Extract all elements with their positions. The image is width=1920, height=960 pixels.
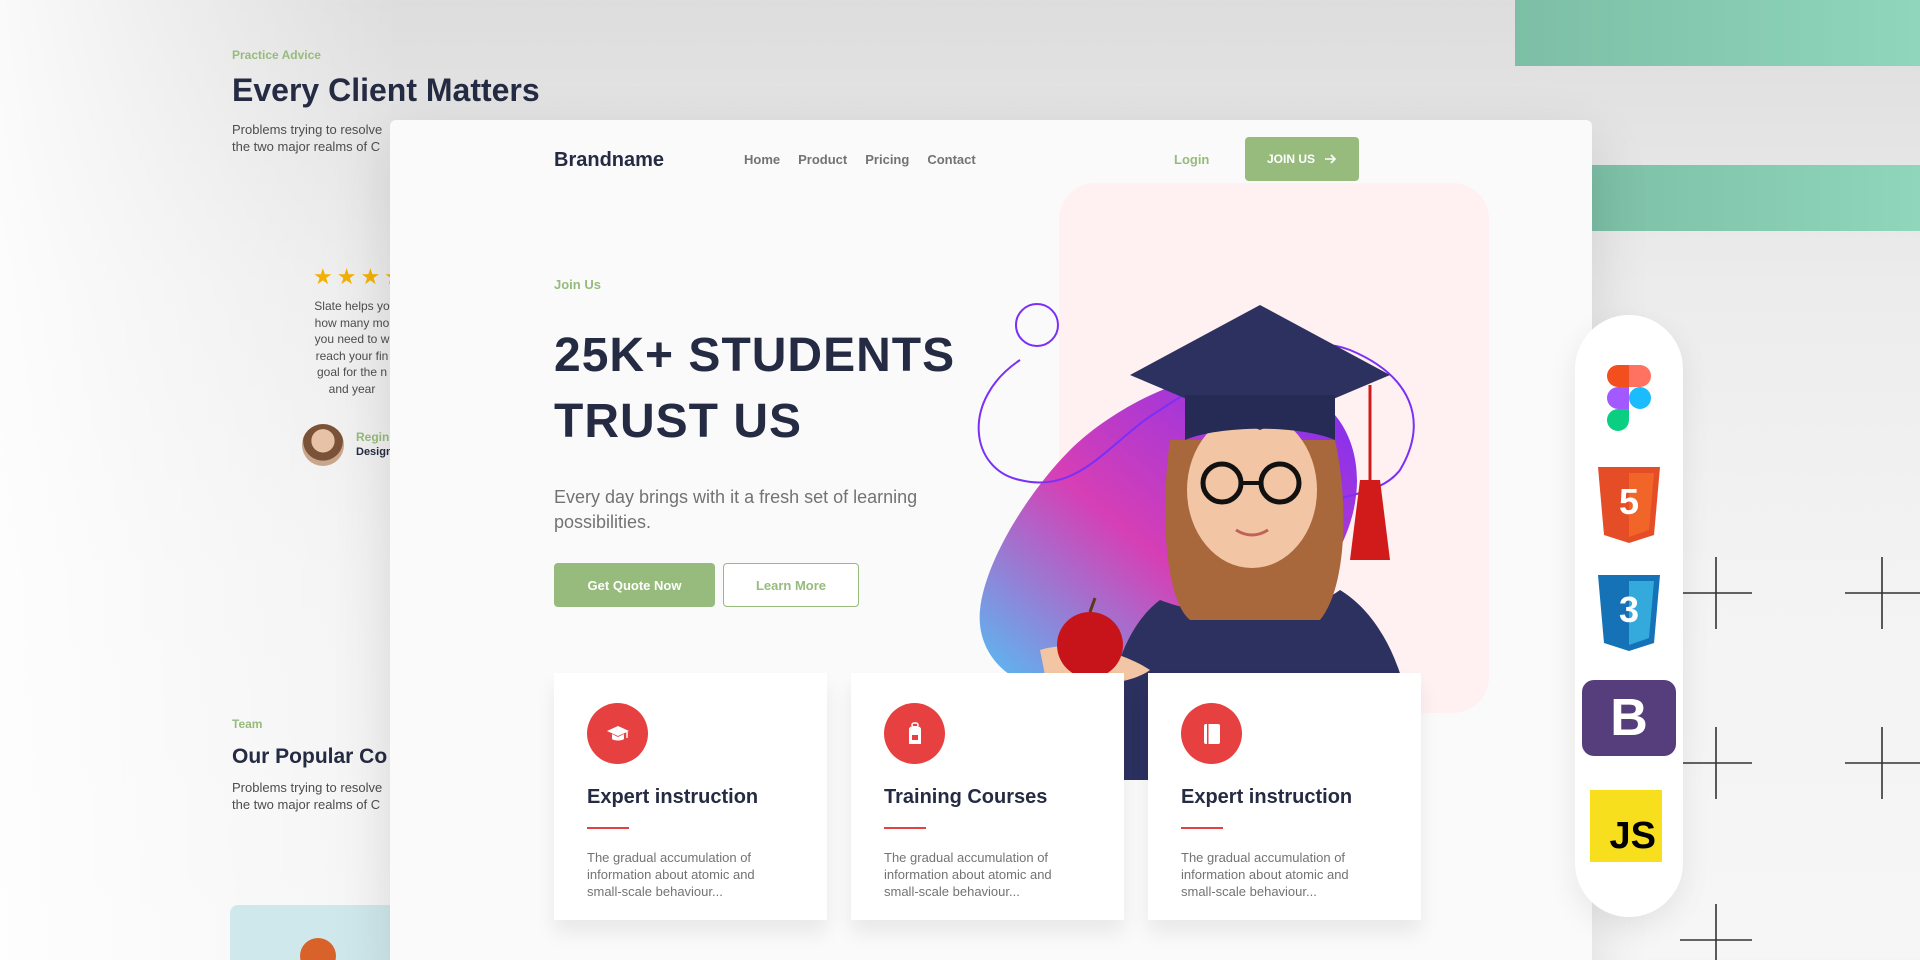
graduation-cap-icon xyxy=(587,703,648,764)
join-us-label: JOIN US xyxy=(1266,152,1315,166)
feature-description: The gradual accumulation of information … xyxy=(1181,849,1388,900)
get-quote-button[interactable]: Get Quote Now xyxy=(554,563,715,607)
bg-title: Every Client Matters xyxy=(232,72,540,108)
bg-desc-line1: Problems trying to resolve xyxy=(232,122,383,137)
landing-page-card: Brandname Home Product Pricing Contact L… xyxy=(390,120,1592,960)
html5-icon: 5 xyxy=(1596,467,1662,543)
feature-text-line: small-scale behaviour... xyxy=(1181,884,1317,899)
css3-label: 3 xyxy=(1618,589,1640,630)
javascript-icon: JS xyxy=(1590,790,1662,862)
feature-description: The gradual accumulation of information … xyxy=(587,849,794,900)
feature-title: Training Courses xyxy=(884,786,1048,808)
bg-practice-eyebrow: Practice Advice xyxy=(232,48,321,62)
feature-title: Expert instruction xyxy=(1181,786,1353,808)
feature-card[interactable]: Expert instruction The gradual accumulat… xyxy=(554,673,827,920)
feature-title: Expert instruction xyxy=(587,786,759,808)
feature-card[interactable]: Expert instruction The gradual accumulat… xyxy=(1148,673,1421,920)
brand-logo[interactable]: Brandname xyxy=(554,149,664,172)
feature-text-line: The gradual accumulation of xyxy=(884,850,1049,865)
team-member-hat xyxy=(300,938,336,960)
feature-text-line: The gradual accumulation of xyxy=(587,850,752,865)
team-desc-line1: Problems trying to resolve xyxy=(232,780,383,795)
feature-card[interactable]: Training Courses The gradual accumulatio… xyxy=(851,673,1124,920)
feature-text-line: information about atomic and xyxy=(884,867,1052,882)
nav-home[interactable]: Home xyxy=(744,152,780,167)
reviewer-role: Design xyxy=(356,446,393,458)
feature-text-line: small-scale behaviour... xyxy=(587,884,723,899)
feature-text-line: information about atomic and xyxy=(587,867,755,882)
hero-title-line1: 25K+ STUDENTS xyxy=(554,329,956,382)
figma-icon xyxy=(1607,365,1651,431)
css3-icon: 3 xyxy=(1596,575,1662,651)
feature-divider xyxy=(884,827,926,829)
tech-stack-panel: 5 3 B JS xyxy=(1575,315,1683,917)
reviewer-avatar xyxy=(302,424,344,466)
learn-more-button[interactable]: Learn More xyxy=(723,563,859,607)
book-icon xyxy=(1181,703,1242,764)
decor-plus-icons xyxy=(1680,557,1920,960)
bootstrap-icon: B xyxy=(1582,680,1676,756)
join-us-button[interactable]: JOIN US xyxy=(1245,137,1359,181)
main-nav: Home Product Pricing Contact xyxy=(744,152,994,167)
arrow-right-icon xyxy=(1325,154,1337,164)
decor-green-bar-middle xyxy=(1580,165,1920,231)
feature-text-line: The gradual accumulation of xyxy=(1181,850,1346,865)
bg-desc-line2: the two major realms of C xyxy=(232,139,381,154)
team-eyebrow: Team xyxy=(232,717,263,731)
nav-pricing[interactable]: Pricing xyxy=(865,152,909,167)
nav-contact[interactable]: Contact xyxy=(927,152,975,167)
reviewer-name: Regin xyxy=(356,430,390,444)
hero-subtitle-line2: possibilities. xyxy=(554,512,652,532)
feature-divider xyxy=(1181,827,1223,829)
hero-title-line2: TRUST US xyxy=(554,395,802,448)
feature-text-line: information about atomic and xyxy=(1181,867,1349,882)
html5-label: 5 xyxy=(1618,481,1640,522)
feature-divider xyxy=(587,827,629,829)
nav-product[interactable]: Product xyxy=(798,152,847,167)
hero-subtitle-line1: Every day brings with it a fresh set of … xyxy=(554,487,918,507)
team-desc-line2: the two major realms of C xyxy=(232,797,381,812)
backpack-icon xyxy=(884,703,945,764)
team-card-image xyxy=(230,905,400,960)
decor-green-bar-top xyxy=(1515,0,1920,66)
login-link[interactable]: Login xyxy=(1174,152,1209,167)
hero-eyebrow: Join Us xyxy=(554,277,601,292)
team-title: Our Popular Co xyxy=(232,745,388,768)
feature-text-line: small-scale behaviour... xyxy=(884,884,1020,899)
feature-description: The gradual accumulation of information … xyxy=(884,849,1091,900)
